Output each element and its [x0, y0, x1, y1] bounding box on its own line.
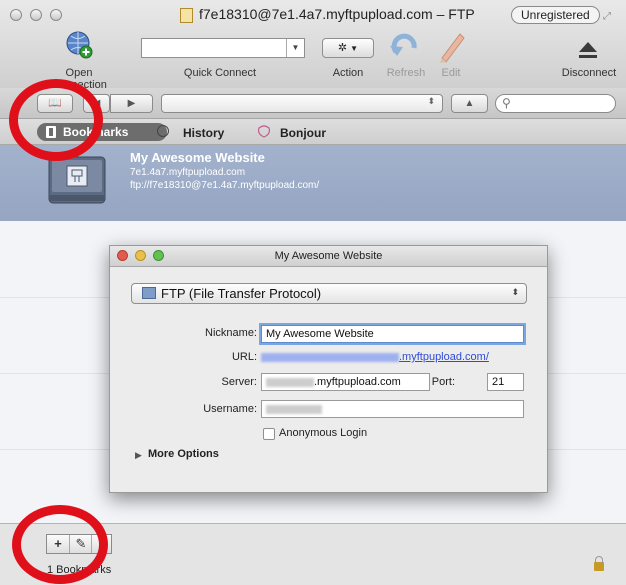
forward-arrow-icon: ▶ [127, 98, 136, 109]
parent-directory-button[interactable]: ▲ [451, 94, 488, 113]
forward-button[interactable]: ▶ [110, 94, 153, 113]
annotation-circle [9, 79, 103, 161]
url-link[interactable]: .myftpupload.com/ [261, 351, 489, 363]
close-button[interactable] [10, 9, 22, 21]
lock-icon[interactable] [594, 556, 604, 571]
dialog-title: My Awesome Website [274, 250, 383, 262]
refresh-label[interactable]: Refresh [381, 67, 431, 79]
username-label: Username: [203, 403, 257, 415]
title-toolbar: f7e18310@7e1.4a7.myftpupload.com – FTP U… [0, 0, 626, 91]
disconnect-label[interactable]: Disconnect [552, 67, 626, 79]
document-icon [180, 8, 193, 23]
cyberduck-window: f7e18310@7e1.4a7.myftpupload.com – FTP U… [0, 0, 626, 585]
port-field[interactable]: 21 [487, 373, 524, 391]
fullscreen-icon[interactable]: ⤢ [603, 11, 611, 22]
bonjour-icon [257, 125, 271, 138]
protocol-popup[interactable]: FTP (File Transfer Protocol) ⬍ [131, 283, 527, 304]
drive-icon [142, 287, 156, 299]
anonymous-login-label[interactable]: Anonymous Login [279, 427, 367, 439]
port-label: Port: [431, 376, 455, 388]
eject-icon[interactable] [577, 39, 599, 61]
updown-arrows-icon: ⬍ [511, 287, 519, 297]
chevron-down-icon: ▼ [350, 44, 359, 53]
url-label: URL: [231, 351, 257, 363]
path-popup[interactable]: ⬍ [161, 94, 443, 113]
url-suffix: .myftpupload.com/ [399, 351, 489, 363]
dialog-titlebar: My Awesome Website [110, 246, 547, 267]
nickname-label: Nickname: [205, 327, 257, 339]
tab-bonjour[interactable]: Bonjour [280, 126, 326, 140]
clock-icon [157, 125, 169, 137]
annotation-circle [12, 505, 108, 584]
window-title: f7e18310@7e1.4a7.myftpupload.com – FTP [199, 6, 475, 22]
redacted-text [266, 404, 322, 414]
globe-icon[interactable] [65, 31, 93, 59]
bookmark-row-selected[interactable]: My Awesome Website 7e1.4a7.myftpupload.c… [0, 145, 626, 221]
unregistered-badge[interactable]: Unregistered [511, 6, 600, 24]
gear-icon: ✲ [337, 42, 348, 54]
nickname-field[interactable]: My Awesome Website [261, 325, 524, 343]
more-options-label[interactable]: More Options [148, 448, 219, 460]
quick-connect-combo[interactable]: ▼ [141, 38, 305, 58]
tab-history[interactable]: History [183, 126, 224, 140]
bookmark-url: ftp://f7e18310@7e1.4a7.myftpupload.com/ [130, 180, 320, 191]
action-label: Action [332, 67, 364, 79]
disclosure-triangle-icon[interactable]: ▶ [135, 450, 142, 461]
redacted-text [266, 377, 314, 387]
search-input[interactable]: ⚲ [495, 94, 616, 113]
refresh-icon[interactable] [388, 32, 422, 62]
bookmark-host: 7e1.4a7.myftpupload.com [130, 167, 246, 178]
username-field[interactable] [261, 400, 524, 418]
server-label: Server: [221, 376, 257, 388]
bookmark-editor-dialog: My Awesome Website FTP (File Transfer Pr… [109, 245, 548, 493]
bookmark-name: My Awesome Website [130, 150, 265, 165]
quick-connect-label: Quick Connect [183, 67, 257, 79]
edit-label[interactable]: Edit [429, 67, 473, 79]
minimize-button[interactable] [30, 9, 42, 21]
up-arrow-icon: ▲ [464, 98, 475, 109]
zoom-button[interactable] [50, 9, 62, 21]
pencil-icon[interactable] [436, 30, 466, 64]
search-icon: ⚲ [502, 96, 511, 110]
chevron-down-icon[interactable]: ▼ [286, 39, 304, 57]
protocol-label: FTP (File Transfer Protocol) [161, 286, 322, 301]
updown-arrows-icon: ⬍ [427, 96, 435, 106]
redacted-text [261, 352, 399, 362]
anonymous-login-checkbox[interactable] [263, 428, 275, 440]
drive-icon [48, 156, 106, 204]
action-button[interactable]: ✲ ▼ [322, 38, 374, 58]
